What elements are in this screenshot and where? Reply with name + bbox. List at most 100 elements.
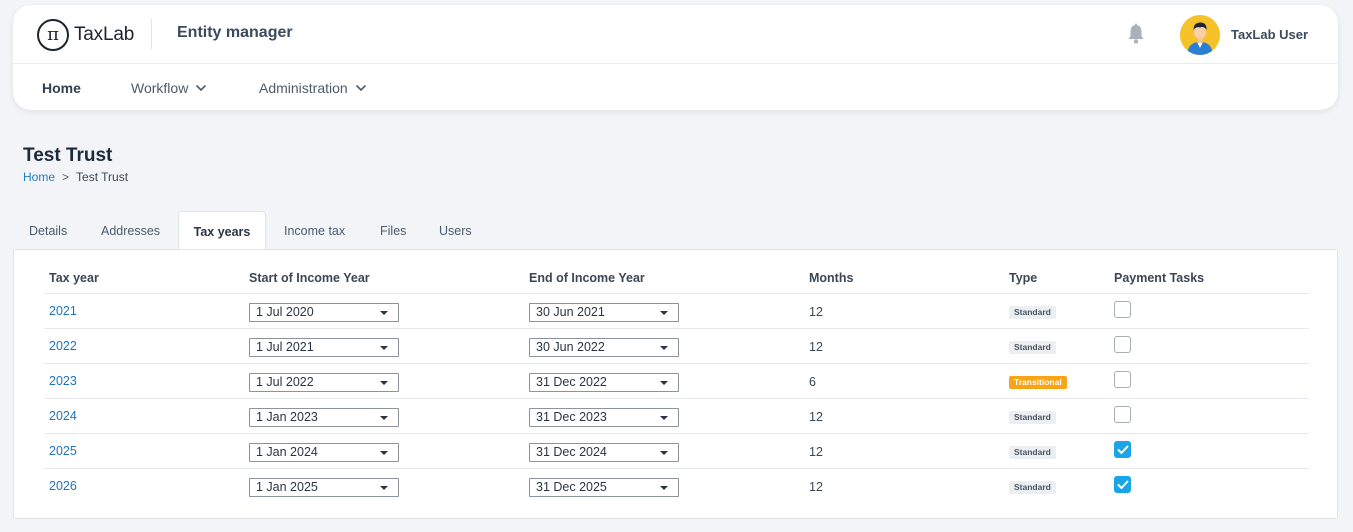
end-date-select[interactable]: 31 Dec 2022 [529, 373, 679, 392]
end-date-value: 31 Dec 2025 [536, 480, 607, 494]
caret-down-icon [660, 416, 668, 420]
chevron-down-icon [355, 85, 366, 91]
tab-tax-years[interactable]: Tax years [178, 211, 266, 251]
breadcrumb-current: Test Trust [76, 170, 129, 184]
start-date-select[interactable]: 1 Jul 2022 [249, 373, 399, 392]
months-value: 6 [809, 375, 816, 389]
start-date-select[interactable]: 1 Jul 2021 [249, 338, 399, 357]
start-date-select[interactable]: 1 Jan 2024 [249, 443, 399, 462]
months-value: 12 [809, 445, 823, 459]
tax-year-link[interactable]: 2021 [49, 304, 77, 318]
tab-users[interactable]: Users [439, 211, 472, 250]
nav-item-administration[interactable]: Administration [259, 80, 366, 96]
tab-details[interactable]: Details [29, 211, 67, 250]
payment-tasks-checkbox[interactable] [1114, 476, 1131, 493]
start-date-value: 1 Jan 2023 [256, 410, 318, 424]
nav-item-home[interactable]: Home [42, 80, 81, 96]
column-header-payment-tasks: Payment Tasks [1114, 271, 1205, 285]
column-header-end: End of Income Year [529, 271, 645, 285]
table-row: 2021 1 Jul 2020 30 Jun 2021 12 Standard [44, 293, 1309, 328]
start-date-value: 1 Jul 2022 [256, 375, 314, 389]
end-date-select[interactable]: 31 Dec 2025 [529, 478, 679, 497]
start-date-select[interactable]: 1 Jul 2020 [249, 303, 399, 322]
payment-tasks-checkbox[interactable] [1114, 336, 1131, 353]
start-date-value: 1 Jan 2025 [256, 480, 318, 494]
start-date-value: 1 Jul 2020 [256, 305, 314, 319]
column-header-tax-year: Tax year [49, 271, 99, 285]
breadcrumb: Home > Test Trust [23, 170, 128, 184]
table-row: 2025 1 Jan 2024 31 Dec 2024 12 Standard [44, 433, 1309, 468]
type-badge: Standard [1009, 306, 1056, 319]
payment-tasks-checkbox[interactable] [1114, 441, 1131, 458]
type-badge: Transitional [1009, 376, 1067, 389]
start-date-select[interactable]: 1 Jan 2023 [249, 408, 399, 427]
end-date-select[interactable]: 30 Jun 2022 [529, 338, 679, 357]
tax-year-link[interactable]: 2023 [49, 374, 77, 388]
end-date-select[interactable]: 31 Dec 2023 [529, 408, 679, 427]
caret-down-icon [660, 381, 668, 385]
end-date-select[interactable]: 31 Dec 2024 [529, 443, 679, 462]
months-value: 12 [809, 480, 823, 494]
checkmark-icon [1117, 480, 1129, 489]
nav-item-workflow[interactable]: Workflow [131, 80, 207, 96]
column-header-start: Start of Income Year [249, 271, 370, 285]
months-value: 12 [809, 410, 823, 424]
nav-item-label: Administration [259, 80, 348, 96]
app-title: Entity manager [177, 24, 293, 41]
user-avatar[interactable] [1180, 15, 1220, 55]
months-value: 12 [809, 340, 823, 354]
breadcrumb-separator: > [62, 170, 70, 184]
months-value: 12 [809, 305, 823, 319]
caret-down-icon [660, 346, 668, 350]
tax-years-panel: Tax year Start of Income Year End of Inc… [13, 249, 1338, 519]
end-date-value: 31 Dec 2024 [536, 445, 607, 459]
caret-down-icon [380, 346, 388, 350]
type-badge: Standard [1009, 341, 1056, 354]
caret-down-icon [380, 381, 388, 385]
caret-down-icon [380, 451, 388, 455]
type-badge: Standard [1009, 411, 1056, 424]
table-row: 2022 1 Jul 2021 30 Jun 2022 12 Standard [44, 328, 1309, 363]
page-title: Test Trust [23, 145, 113, 166]
header-divider [151, 19, 152, 49]
tax-year-link[interactable]: 2025 [49, 444, 77, 458]
caret-down-icon [660, 486, 668, 490]
tab-addresses[interactable]: Addresses [101, 211, 160, 250]
caret-down-icon [660, 311, 668, 315]
logo-mark: π [37, 19, 69, 51]
tab-income-tax[interactable]: Income tax [284, 211, 345, 250]
taxlab-logo[interactable]: π TaxLab [37, 19, 134, 51]
tab-files[interactable]: Files [380, 211, 406, 250]
column-header-type: Type [1009, 271, 1038, 285]
top-bar: π TaxLab Entity manager TaxLab User [13, 5, 1338, 64]
type-badge: Standard [1009, 481, 1056, 494]
bell-icon[interactable] [1126, 23, 1146, 45]
end-date-select[interactable]: 30 Jun 2021 [529, 303, 679, 322]
tax-year-link[interactable]: 2022 [49, 339, 77, 353]
start-date-value: 1 Jan 2024 [256, 445, 318, 459]
tax-year-link[interactable]: 2026 [49, 479, 77, 493]
payment-tasks-checkbox[interactable] [1114, 371, 1131, 388]
checkmark-icon [1117, 445, 1129, 454]
start-date-value: 1 Jul 2021 [256, 340, 314, 354]
end-date-value: 30 Jun 2021 [536, 305, 605, 319]
table-row: 2024 1 Jan 2023 31 Dec 2023 12 Standard [44, 398, 1309, 433]
main-nav: Home Workflow Administration [13, 64, 1338, 110]
breadcrumb-home-link[interactable]: Home [23, 170, 55, 184]
logo-text: TaxLab [74, 24, 135, 45]
column-header-months: Months [809, 271, 854, 285]
payment-tasks-checkbox[interactable] [1114, 301, 1131, 318]
user-name[interactable]: TaxLab User [1231, 27, 1308, 42]
table-row: 2023 1 Jul 2022 31 Dec 2022 6 Transitional [44, 363, 1309, 398]
nav-item-label: Workflow [131, 80, 189, 96]
payment-tasks-checkbox[interactable] [1114, 406, 1131, 423]
end-date-value: 31 Dec 2023 [536, 410, 607, 424]
end-date-value: 30 Jun 2022 [536, 340, 605, 354]
app-header: π TaxLab Entity manager TaxLab User Home… [13, 5, 1338, 110]
tax-year-link[interactable]: 2024 [49, 409, 77, 423]
table-row: 2026 1 Jan 2025 31 Dec 2025 12 Standard [44, 468, 1309, 503]
start-date-select[interactable]: 1 Jan 2025 [249, 478, 399, 497]
caret-down-icon [380, 486, 388, 490]
caret-down-icon [660, 451, 668, 455]
caret-down-icon [380, 416, 388, 420]
